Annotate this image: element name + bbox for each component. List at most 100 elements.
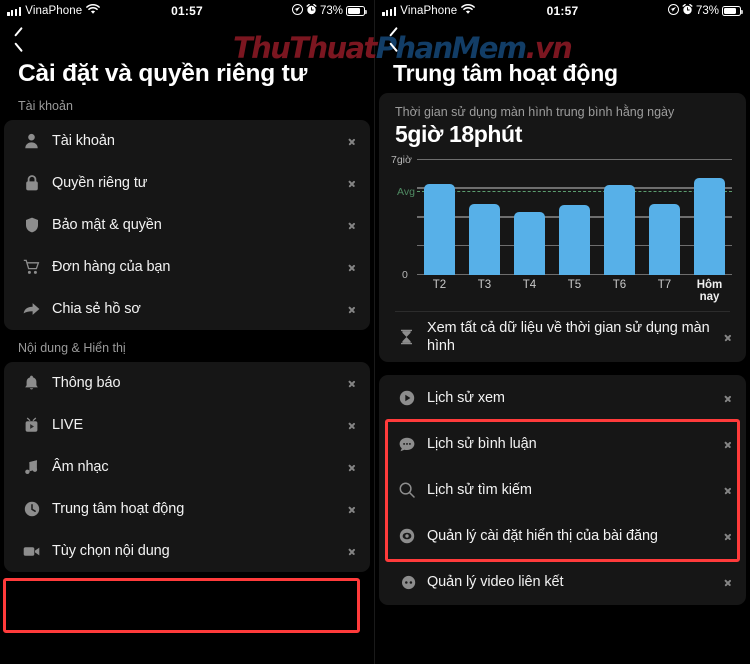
sidebar-item-label: Thông báo — [52, 374, 121, 391]
sidebar-item-tuy-chon-noi-dung[interactable]: Tùy chọn nội dung — [4, 530, 370, 572]
sidebar-item-tai-khoan[interactable]: Tài khoản — [4, 120, 370, 162]
y-axis-zero-label: 0 — [402, 269, 408, 281]
x-axis-label: Hôm nay — [696, 279, 723, 303]
battery-percent: 73% — [319, 5, 343, 17]
chevron-right-icon — [348, 261, 356, 274]
chevron-right-icon — [348, 177, 356, 190]
play-circle-icon — [397, 389, 416, 408]
chart-bar-Hôm nay — [694, 178, 725, 275]
sidebar-item-quyen-rieng-tu[interactable]: Quyền riêng tư — [4, 162, 370, 204]
sidebar-item-label: Âm nhạc — [52, 458, 109, 475]
linked-video-icon — [397, 573, 416, 592]
y-axis-top-label: 7giờ — [391, 154, 412, 166]
chevron-right-icon — [724, 392, 732, 405]
chevron-right-icon — [348, 303, 356, 316]
sidebar-item-label: Bảo mật & quyền — [52, 216, 162, 233]
sidebar-item-thong-bao[interactable]: Thông báo — [4, 362, 370, 404]
sidebar-item-chia-se-ho-so[interactable]: Chia sẻ hồ sơ — [4, 288, 370, 330]
chevron-right-icon — [348, 219, 356, 232]
list-item-label: Lịch sử bình luận — [427, 435, 537, 452]
person-icon — [22, 132, 41, 151]
list-item-quan-ly-video[interactable]: Quản lý video liên kết — [379, 559, 746, 605]
chart-bars — [417, 160, 732, 275]
chart-bar-cell — [552, 160, 597, 275]
back-button[interactable] — [14, 30, 25, 49]
sidebar-item-am-nhac[interactable]: Âm nhạc — [4, 446, 370, 488]
lock-icon — [22, 174, 41, 193]
sidebar-item-label: Chia sẻ hồ sơ — [52, 300, 141, 317]
x-axis-label: T3 — [477, 279, 492, 291]
sidebar-item-label: LIVE — [52, 416, 84, 433]
list-item-label: Lịch sử xem — [427, 389, 505, 406]
left-phone-screen: VinaPhone 01:57 73% Cài đặt và quyền riê… — [0, 0, 375, 664]
sidebar-item-don-hang[interactable]: Đơn hàng của bạn — [4, 246, 370, 288]
list-item-label: Lịch sử tìm kiếm — [427, 481, 532, 498]
x-axis-label: T5 — [567, 279, 582, 291]
chevron-right-icon — [724, 576, 732, 589]
battery-icon — [722, 6, 743, 16]
list-item-lich-su-binh-luan[interactable]: Lịch sử bình luận — [379, 421, 746, 467]
search-icon — [397, 481, 416, 500]
chevron-right-icon — [724, 530, 732, 543]
chevron-right-icon — [724, 438, 732, 451]
avg-label: Avg — [397, 185, 415, 198]
chevron-right-icon — [348, 135, 356, 148]
chart-bar-T6 — [604, 185, 635, 275]
page-title: Trung tâm hoạt động — [393, 60, 618, 86]
chevron-right-icon — [348, 377, 356, 390]
chart-bar-T4 — [514, 211, 545, 275]
music-note-icon — [22, 458, 41, 477]
status-bar: VinaPhone 01:57 73% — [0, 0, 374, 22]
shield-icon — [22, 216, 41, 235]
alarm-clock-icon — [682, 3, 693, 18]
list-item-label: Quản lý video liên kết — [427, 573, 564, 590]
tv-icon — [22, 416, 41, 435]
screen-time-card: Thời gian sử dụng màn hình trung bình hằ… — [379, 93, 746, 362]
view-all-screen-time-row[interactable]: Xem tất cả dữ liệu về thời gian sử dụng … — [379, 312, 746, 362]
chart-bar-T5 — [559, 204, 590, 275]
chevron-right-icon — [348, 461, 356, 474]
chevron-right-icon — [724, 331, 732, 344]
chevron-right-icon — [348, 545, 356, 558]
screen-time-bar-chart: 7giờ 0 Avg — [391, 154, 732, 281]
chart-bar-cell — [597, 160, 642, 275]
sidebar-item-label: Đơn hàng của bạn — [52, 258, 171, 275]
x-axis-label: T4 — [522, 279, 537, 291]
right-navbar — [375, 22, 750, 56]
location-arrow-icon — [667, 4, 679, 18]
screen-time-subtitle: Thời gian sử dụng màn hình trung bình hằ… — [395, 105, 675, 119]
sidebar-item-label: Quyền riêng tư — [52, 174, 148, 191]
highlight-box-activity-center — [3, 578, 360, 633]
chart-bar-T7 — [649, 203, 680, 275]
back-button[interactable] — [389, 30, 400, 49]
chart-bar-cell — [642, 160, 687, 275]
right-phone-screen: VinaPhone 01:57 73% Trung tâm hoạt động — [375, 0, 750, 664]
list-item-lich-su-tim-kiem[interactable]: Lịch sử tìm kiếm — [379, 467, 746, 513]
sidebar-item-live[interactable]: LIVE — [4, 404, 370, 446]
sidebar-item-label: Tùy chọn nội dung — [52, 542, 170, 559]
list-item-lich-su-xem[interactable]: Lịch sử xem — [379, 375, 746, 421]
screen-time-value: 5giờ 18phút — [395, 121, 522, 147]
left-navbar — [0, 22, 374, 56]
sidebar-item-trung-tam-hoat-dong[interactable]: Trung tâm hoạt động — [4, 488, 370, 530]
battery-icon — [346, 6, 367, 16]
x-axis-label: T7 — [657, 279, 672, 291]
chart-bar-T3 — [469, 203, 500, 275]
share-icon — [22, 300, 41, 319]
chevron-right-icon — [724, 484, 732, 497]
x-axis-label: T2 — [432, 279, 447, 291]
list-item-quan-ly-cai-dat[interactable]: Quản lý cài đặt hiển thị của bài đăng — [379, 513, 746, 559]
history-card: Lịch sử xem Lịch sử bình luận Lịch sử tì… — [379, 375, 746, 605]
hourglass-icon — [397, 328, 416, 347]
chevron-right-icon — [348, 503, 356, 516]
chart-bar-cell — [507, 160, 552, 275]
list-item-label: Quản lý cài đặt hiển thị của bài đăng — [427, 527, 658, 544]
battery-percent: 73% — [695, 5, 719, 17]
chart-bar-T2 — [424, 184, 455, 275]
bell-icon — [22, 374, 41, 393]
section-label-content: Nội dung & Hiển thị — [18, 341, 126, 355]
sidebar-item-bao-mat[interactable]: Bảo mật & quyền — [4, 204, 370, 246]
page-title: Cài đặt và quyền riêng tư — [18, 60, 308, 87]
clock-icon — [22, 500, 41, 519]
chevron-right-icon — [348, 419, 356, 432]
